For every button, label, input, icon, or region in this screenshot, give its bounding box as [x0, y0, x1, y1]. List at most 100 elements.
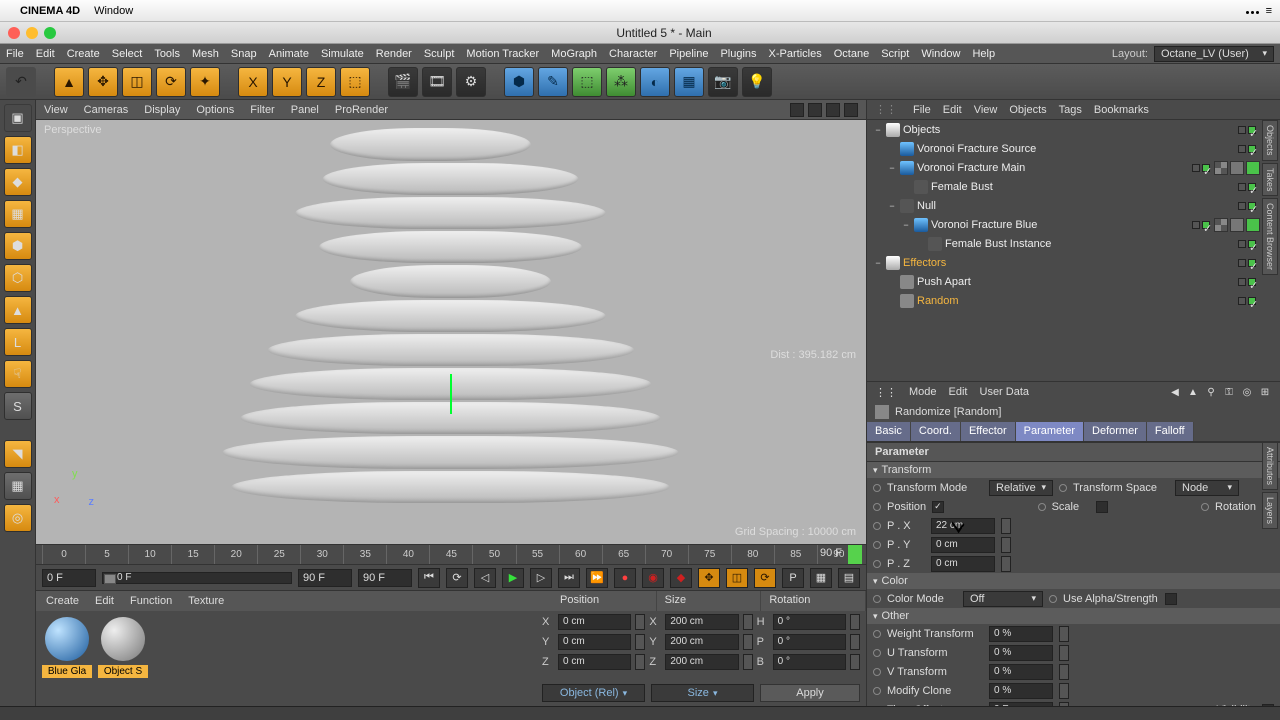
tree-item-random[interactable]: Random✓ — [867, 291, 1280, 310]
spinner[interactable] — [743, 634, 753, 650]
anim-layout-icon[interactable]: ▤ — [838, 568, 860, 588]
z-axis-icon[interactable]: Z — [306, 67, 336, 97]
param-key-icon[interactable]: P — [782, 568, 804, 588]
attr-tab-deformer[interactable]: Deformer — [1084, 422, 1147, 441]
close-icon[interactable] — [8, 27, 20, 39]
visibility-dots[interactable]: ✓ — [1238, 126, 1256, 134]
step-fwd-icon[interactable]: ▷ — [530, 568, 552, 588]
move-icon[interactable]: ✥ — [88, 67, 118, 97]
spinner[interactable] — [1059, 664, 1069, 680]
camera-icon[interactable]: 📷 — [708, 67, 738, 97]
settings-icon[interactable]: ⊞ — [1258, 385, 1272, 399]
timeline-marker[interactable] — [848, 545, 862, 564]
use-alpha-checkbox[interactable] — [1165, 593, 1177, 605]
expand-icon[interactable]: − — [887, 163, 897, 173]
anim-dot[interactable] — [1202, 706, 1210, 707]
polys-icon[interactable]: ▲ — [4, 296, 32, 324]
rot-H-input[interactable]: 0 ° — [773, 614, 846, 630]
expand-icon[interactable]: − — [873, 258, 883, 268]
anim-dot[interactable] — [873, 541, 881, 549]
gizmo-y-icon[interactable] — [450, 374, 452, 414]
anim-dot[interactable] — [873, 649, 881, 657]
material-list[interactable]: Blue GlaObject S — [36, 611, 536, 706]
zoom-icon[interactable] — [44, 27, 56, 39]
visibility-dots[interactable]: ✓ — [1238, 278, 1256, 286]
expand-icon[interactable]: − — [887, 201, 897, 211]
anim-dot[interactable] — [873, 522, 881, 530]
spinner[interactable] — [635, 654, 645, 670]
edges-icon[interactable]: ⬡ — [4, 264, 32, 292]
vp-nav2-icon[interactable] — [808, 103, 822, 117]
attr-tab-falloff[interactable]: Falloff — [1147, 422, 1194, 441]
py-input[interactable]: 0 cm — [931, 537, 995, 553]
anim-dot[interactable] — [1201, 503, 1209, 511]
menu-pipeline[interactable]: Pipeline — [669, 48, 708, 60]
mac-app[interactable]: CINEMA 4D — [20, 5, 80, 17]
tree-item-null[interactable]: −Null✓ — [867, 196, 1280, 215]
coords-size-select[interactable]: Size — [651, 684, 754, 702]
scale-icon[interactable]: ◫ — [122, 67, 152, 97]
menu-x-particles[interactable]: X-Particles — [769, 48, 822, 60]
size-Z-input[interactable]: 200 cm — [665, 654, 738, 670]
vtab-attributes[interactable]: Attributes — [1262, 442, 1278, 490]
transform-mode-select[interactable]: Relative — [989, 480, 1053, 496]
points-icon[interactable]: ⬢ — [4, 232, 32, 260]
spinner[interactable] — [1059, 626, 1069, 642]
menu-render[interactable]: Render — [376, 48, 412, 60]
scrub-bar[interactable]: 0 F — [102, 572, 292, 584]
transform-space-select[interactable]: Node — [1175, 480, 1239, 496]
menu-select[interactable]: Select — [112, 48, 143, 60]
apply-button[interactable]: Apply — [760, 684, 860, 702]
mac-extra-icon[interactable] — [1245, 5, 1260, 17]
menu-plugins[interactable]: Plugins — [720, 48, 756, 60]
size-Y-input[interactable]: 200 cm — [665, 634, 738, 650]
coord-sys-icon[interactable]: ⬚ — [340, 67, 370, 97]
visibility-dots[interactable]: ✓ — [1192, 164, 1210, 172]
menu-tools[interactable]: Tools — [154, 48, 180, 60]
subdiv-icon[interactable]: ⬚ — [572, 67, 602, 97]
vp-menu-display[interactable]: Display — [144, 104, 180, 116]
menu-help[interactable]: Help — [972, 48, 995, 60]
scale-checkbox[interactable] — [1096, 501, 1108, 513]
vtab-objects[interactable]: Objects — [1262, 120, 1278, 161]
tree-item-voronoi-fracture-blue[interactable]: −Voronoi Fracture Blue✓ — [867, 215, 1280, 234]
vp-nav1-icon[interactable] — [790, 103, 804, 117]
layout-select[interactable]: Octane_LV (User) — [1154, 46, 1274, 62]
autokey-icon-1[interactable]: ◉ — [642, 568, 664, 588]
vp-nav3-icon[interactable] — [826, 103, 840, 117]
model-mode-icon[interactable]: ◧ — [4, 136, 32, 164]
spinner[interactable] — [1001, 518, 1011, 534]
tree-item-voronoi-fracture-source[interactable]: Voronoi Fracture Source✓ — [867, 139, 1280, 158]
obj-menu-tags[interactable]: Tags — [1059, 104, 1082, 116]
texture-mode-icon[interactable]: ◆ — [4, 168, 32, 196]
snap-icon[interactable]: S — [4, 392, 32, 420]
vp-menu-prorender[interactable]: ProRender — [335, 104, 388, 116]
frame-start-input[interactable]: 0 F — [42, 569, 96, 587]
attr-tab-parameter[interactable]: Parameter — [1016, 422, 1084, 441]
vp-menu-panel[interactable]: Panel — [291, 104, 319, 116]
position-checkbox[interactable] — [932, 501, 944, 513]
obj-menu-view[interactable]: View — [974, 104, 998, 116]
rot-key-icon[interactable]: ⟳ — [754, 568, 776, 588]
recent-tool-icon[interactable]: ✦ — [190, 67, 220, 97]
loop-icon[interactable]: ⟳ — [446, 568, 468, 588]
section-color[interactable]: ▾Color — [867, 573, 1280, 589]
lock-icon[interactable]: ⚿ — [1222, 385, 1236, 399]
rot-P-input[interactable]: 0 ° — [773, 634, 846, 650]
spinner[interactable] — [850, 614, 860, 630]
axis-icon[interactable]: L — [4, 328, 32, 356]
scale-key-icon[interactable]: ◫ — [726, 568, 748, 588]
menu-simulate[interactable]: Simulate — [321, 48, 364, 60]
viewport[interactable]: Perspective Dist : 395.182 cm Grid Spaci… — [36, 120, 866, 544]
menu-sculpt[interactable]: Sculpt — [424, 48, 455, 60]
undo-icon[interactable]: ↶ — [6, 67, 36, 97]
visibility-dots[interactable]: ✓ — [1238, 202, 1256, 210]
spinner[interactable] — [850, 634, 860, 650]
timeline-ruler[interactable]: 051015202530354045505560657075808590 90 … — [36, 544, 866, 564]
menu-animate[interactable]: Animate — [269, 48, 309, 60]
menu-script[interactable]: Script — [881, 48, 909, 60]
mat-menu-create[interactable]: Create — [46, 595, 79, 607]
vp-menu-view[interactable]: View — [44, 104, 68, 116]
obj-menu-edit[interactable]: Edit — [943, 104, 962, 116]
mat-menu-function[interactable]: Function — [130, 595, 172, 607]
